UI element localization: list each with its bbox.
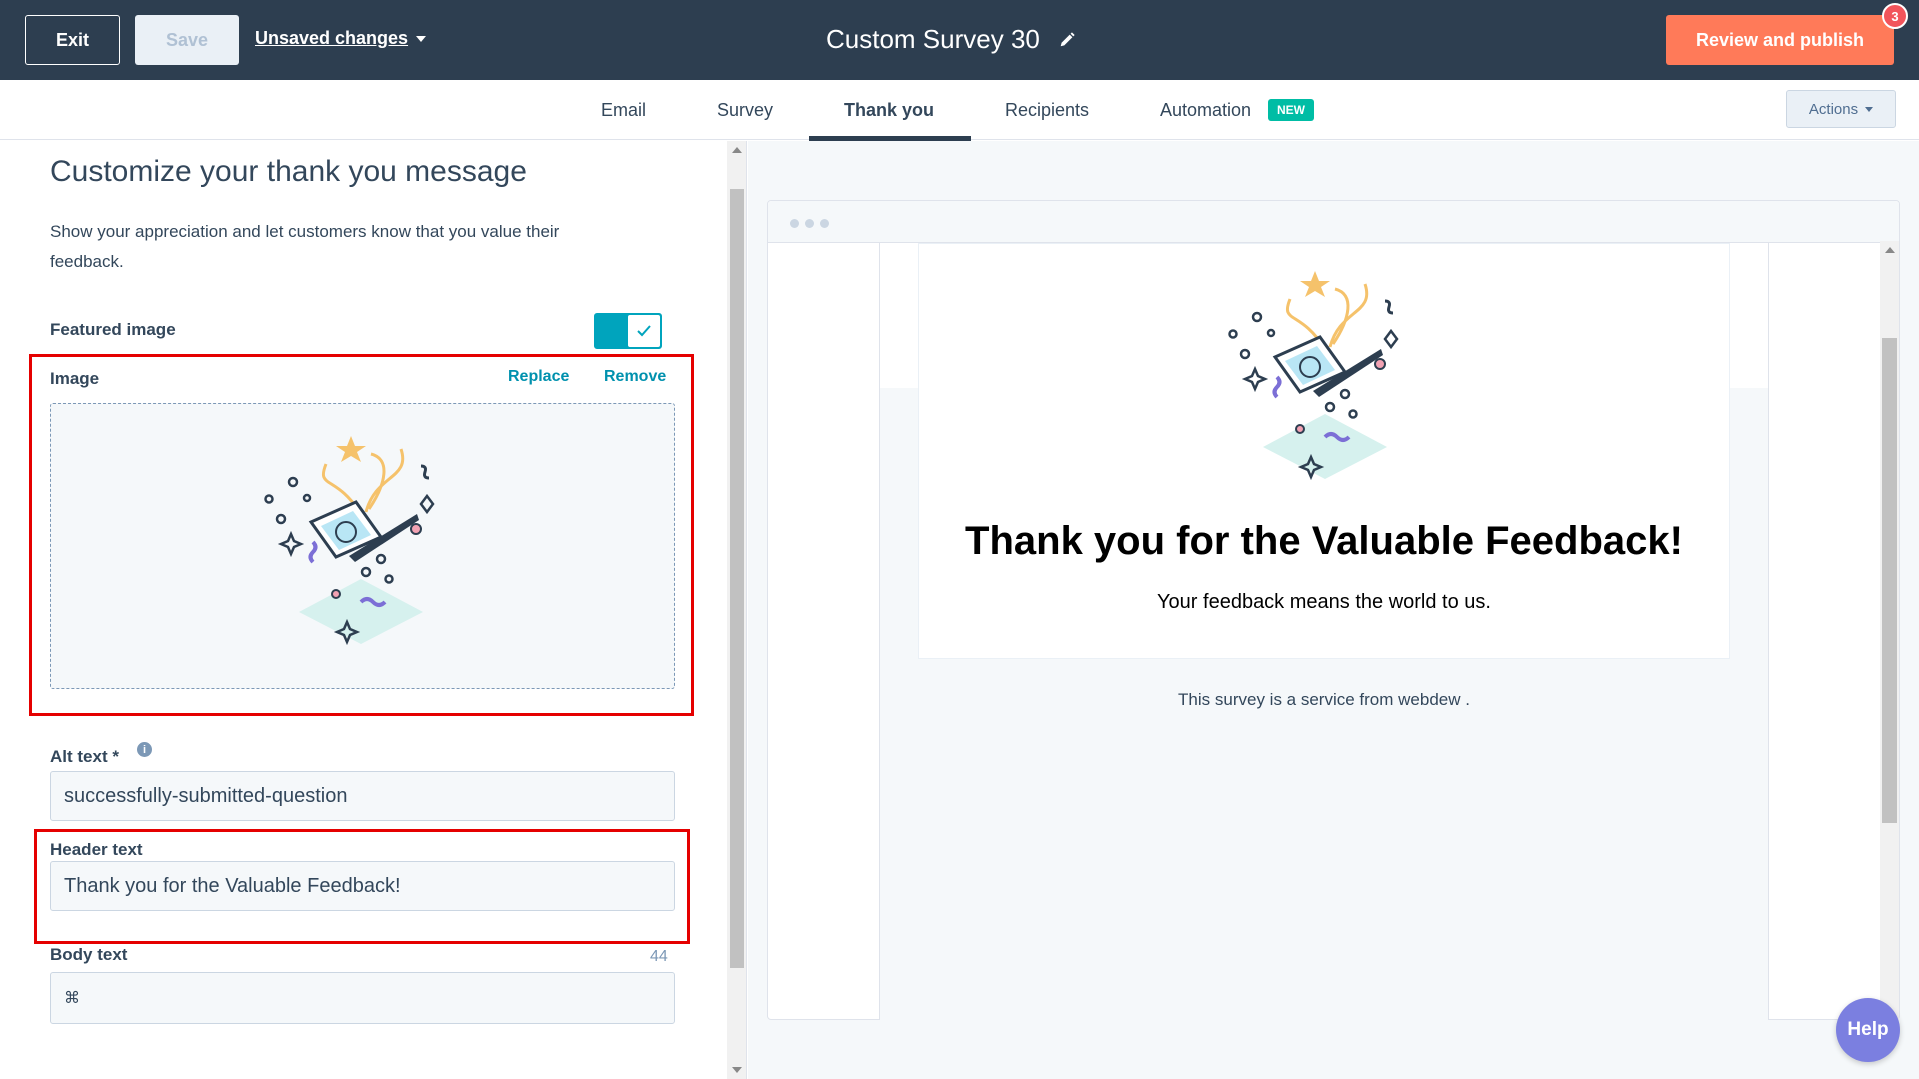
scrollbar-thumb[interactable]: [1882, 338, 1897, 823]
tab-bar: Email Survey Thank you Recipients Automa…: [0, 80, 1919, 141]
celebration-illustration-icon: [264, 436, 435, 646]
body-text-input[interactable]: ⌘: [50, 972, 675, 1024]
unsaved-changes-label: Unsaved changes: [255, 28, 409, 48]
notification-badge: 3: [1882, 3, 1908, 29]
top-navigation-bar: Exit Save Unsaved changes Custom Survey …: [0, 0, 1919, 80]
preview-footer-note: This survey is a service from webdew .: [1178, 690, 1470, 709]
header-text-label: Header text: [50, 840, 143, 859]
tab-automation[interactable]: Automation: [1160, 100, 1251, 121]
page-title: Customize your thank you message: [50, 155, 527, 188]
scroll-up-arrow-icon[interactable]: [1885, 247, 1895, 253]
survey-title: Custom Survey 30: [826, 24, 1076, 55]
info-icon[interactable]: i: [137, 742, 152, 757]
checkmark-icon: [637, 325, 651, 337]
save-button[interactable]: Save: [135, 15, 239, 65]
unsaved-changes-dropdown[interactable]: Unsaved changes: [255, 28, 427, 49]
actions-dropdown-button[interactable]: Actions: [1786, 90, 1896, 128]
actions-label: Actions: [1808, 100, 1859, 118]
editor-scrollbar[interactable]: [727, 141, 747, 1079]
character-count: 44: [650, 948, 668, 965]
featured-image-label: Featured image: [50, 320, 176, 339]
page-description: Show your appreciation and let customers…: [50, 222, 560, 271]
featured-image-preview[interactable]: [50, 403, 675, 689]
browser-toolbar: [768, 201, 1899, 243]
remove-image-button[interactable]: Remove: [604, 368, 666, 386]
replace-image-button[interactable]: Replace: [508, 368, 569, 386]
chevron-down-icon: [1865, 106, 1874, 112]
celebration-illustration-icon: [1228, 271, 1399, 481]
scroll-up-arrow-icon[interactable]: [732, 147, 742, 153]
featured-image-toggle[interactable]: [594, 313, 662, 349]
toggle-knob: [628, 315, 660, 347]
survey-title-text: Custom Survey 30: [826, 24, 1040, 54]
tab-thank-you[interactable]: Thank you: [844, 100, 934, 121]
tab-email[interactable]: Email: [601, 100, 646, 121]
thank-you-card: Thank you for the Valuable Feedback! You…: [918, 243, 1730, 659]
alt-text-input[interactable]: successfully-submitted-question: [50, 771, 675, 821]
exit-button[interactable]: Exit: [25, 15, 120, 65]
body-text-label: Body text: [50, 945, 128, 964]
pencil-icon[interactable]: [1058, 31, 1076, 49]
browser-dot-icon: [790, 219, 799, 228]
chevron-down-icon: [416, 35, 427, 42]
scrollbar-thumb[interactable]: [730, 189, 744, 968]
preview-body-text: Your feedback means the world to us.: [1157, 591, 1491, 613]
tab-survey[interactable]: Survey: [717, 100, 773, 121]
editor-panel: Customize your thank you message Show yo…: [0, 141, 727, 1079]
preview-header-text: Thank you for the Valuable Feedback!: [965, 519, 1683, 563]
image-label: Image: [50, 369, 100, 388]
scroll-down-arrow-icon[interactable]: [732, 1067, 742, 1073]
alt-text-label: Alt text *: [50, 747, 119, 766]
browser-dot-icon: [805, 219, 814, 228]
header-text-input[interactable]: Thank you for the Valuable Feedback!: [50, 861, 675, 911]
rich-text-icon[interactable]: ⌘: [64, 988, 80, 1008]
tab-recipients[interactable]: Recipients: [1005, 100, 1089, 121]
new-badge: NEW: [1268, 99, 1314, 121]
review-and-publish-button[interactable]: Review and publish: [1666, 15, 1894, 65]
preview-scrollbar[interactable]: [1880, 241, 1899, 1019]
browser-dot-icon: [820, 219, 829, 228]
help-button[interactable]: Help: [1836, 998, 1900, 1062]
